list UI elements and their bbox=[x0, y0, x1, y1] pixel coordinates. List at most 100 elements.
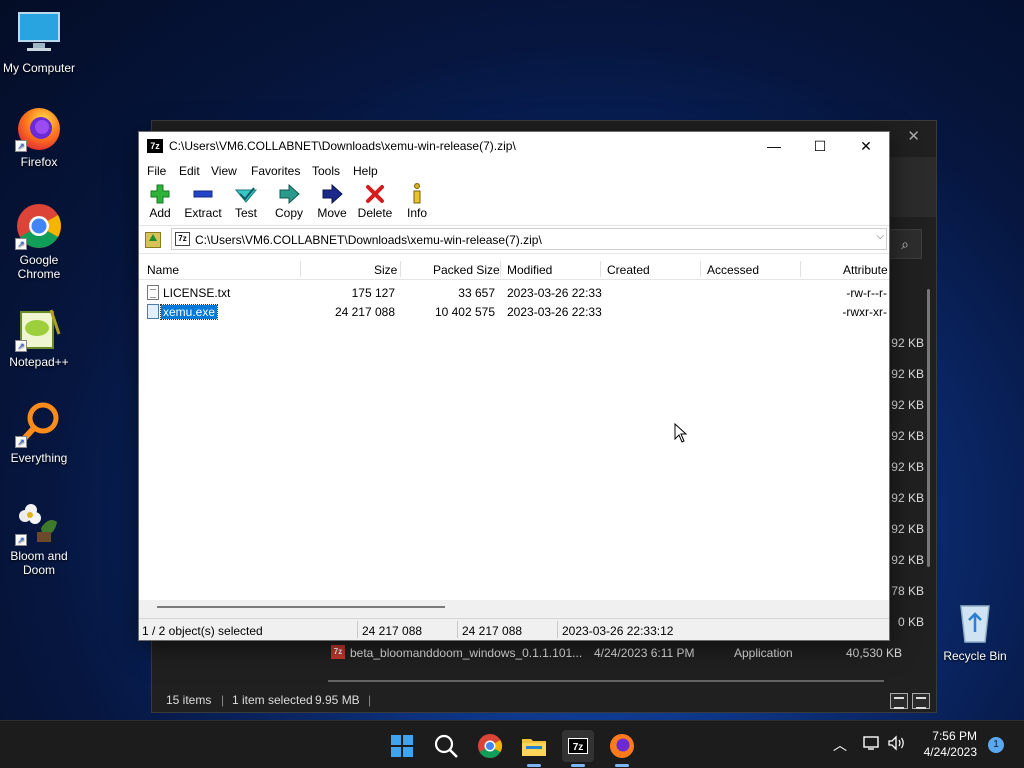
explorer-selected-size: 9.95 MB bbox=[315, 693, 360, 707]
menu-file[interactable]: File bbox=[147, 164, 166, 178]
status-bar: 1 / 2 object(s) selected 24 217 088 24 2… bbox=[139, 618, 889, 640]
explorer-file-size: 40,530 KB bbox=[846, 646, 903, 660]
minus-icon bbox=[179, 182, 227, 206]
horizontal-scrollbar[interactable] bbox=[139, 600, 889, 618]
close-button[interactable]: ✕ bbox=[843, 132, 889, 160]
copy-button[interactable]: Copy bbox=[265, 182, 313, 226]
move-button[interactable]: Move bbox=[308, 182, 356, 226]
menu-edit[interactable]: Edit bbox=[179, 164, 200, 178]
explorer-size-cell: 0 KB bbox=[897, 615, 924, 629]
explorer-close-icon[interactable]: ✕ bbox=[907, 127, 920, 145]
explorer-search-icon[interactable]: ⌕ bbox=[888, 229, 922, 259]
taskbar-chrome[interactable] bbox=[474, 730, 506, 762]
address-input[interactable]: 7z C:\Users\VM6.COLLABNET\Downloads\xemu… bbox=[171, 228, 887, 250]
notification-badge[interactable]: 1 bbox=[988, 737, 1004, 753]
explorer-item-count: 15 items bbox=[166, 693, 212, 707]
file-name: xemu.exe bbox=[159, 304, 219, 320]
column-header-modified[interactable]: Modified bbox=[507, 263, 552, 277]
column-divider[interactable] bbox=[400, 261, 401, 277]
info-label: Info bbox=[406, 206, 427, 220]
tiles-view-icon[interactable] bbox=[912, 693, 930, 709]
column-header-name[interactable]: Name bbox=[147, 263, 179, 277]
move-label: Move bbox=[317, 206, 347, 220]
start-button[interactable] bbox=[386, 730, 418, 762]
executable-file-icon bbox=[147, 304, 159, 319]
desktop-icon-everything[interactable]: ↗ Everything bbox=[0, 400, 78, 465]
shortcut-arrow-icon: ↗ bbox=[15, 140, 27, 152]
delete-button[interactable]: Delete bbox=[351, 182, 399, 226]
clock-date[interactable]: 4/24/2023 bbox=[917, 745, 977, 759]
desktop-icon-notepadpp[interactable]: ↗ Notepad++ bbox=[0, 304, 78, 369]
column-header-accessed[interactable]: Accessed bbox=[707, 263, 759, 277]
sevenzip-taskbar-icon: 7z bbox=[568, 738, 588, 754]
test-button[interactable]: Test bbox=[222, 182, 270, 226]
column-header-packed-size[interactable]: Packed Size bbox=[433, 263, 500, 277]
volume-icon[interactable] bbox=[887, 735, 907, 754]
column-divider[interactable] bbox=[700, 261, 701, 277]
column-header-attribute[interactable]: Attribute bbox=[843, 263, 888, 277]
column-divider[interactable] bbox=[600, 261, 601, 277]
desktop-icon-my-computer[interactable]: My Computer bbox=[0, 10, 78, 75]
desktop-icon-recycle-bin[interactable]: Recycle Bin bbox=[936, 598, 1014, 663]
chevron-up-icon[interactable]: ︿ bbox=[833, 735, 847, 755]
folder-up-icon[interactable] bbox=[145, 232, 161, 248]
add-button[interactable]: Add bbox=[136, 182, 184, 226]
explorer-file-row[interactable]: 7z beta_bloomanddoom_windows_0.1.1.101..… bbox=[328, 643, 928, 665]
desktop-icon-chrome[interactable]: ↗ Google Chrome bbox=[0, 202, 78, 281]
explorer-size-cell: 78 KB bbox=[891, 584, 924, 598]
explorer-vertical-scrollbar[interactable] bbox=[927, 289, 930, 567]
file-row-selected[interactable]: xemu.exe 24 217 088 10 402 575 2023-03-2… bbox=[139, 302, 889, 321]
explorer-size-cell: 92 KB bbox=[891, 491, 924, 505]
shortcut-arrow-icon: ↗ bbox=[15, 436, 27, 448]
menu-help[interactable]: Help bbox=[353, 164, 378, 178]
details-view-icon[interactable] bbox=[890, 693, 908, 709]
menu-favorites[interactable]: Favorites bbox=[251, 164, 300, 178]
column-header-size[interactable]: Size bbox=[374, 263, 397, 277]
maximize-button[interactable]: ☐ bbox=[797, 132, 843, 160]
status-separator bbox=[457, 621, 458, 638]
chevron-down-icon[interactable]: ⌵ bbox=[876, 231, 884, 242]
taskbar: 7z ︿ 7:56 PM 4/24/2023 1 bbox=[0, 720, 1024, 768]
toolbar: Add Extract Test Copy Move Delete Info bbox=[139, 182, 889, 226]
chrome-icon bbox=[478, 734, 503, 759]
explorer-horizontal-scrollbar[interactable] bbox=[328, 680, 884, 682]
copy-label: Copy bbox=[274, 206, 303, 220]
search-button[interactable] bbox=[430, 730, 462, 762]
delete-label: Delete bbox=[357, 206, 393, 220]
file-modified: 2023-03-26 22:33 bbox=[507, 286, 602, 300]
network-icon[interactable] bbox=[863, 735, 881, 754]
clock-time[interactable]: 7:56 PM bbox=[921, 729, 977, 743]
monitor-icon bbox=[15, 10, 63, 58]
move-arrow-icon bbox=[308, 182, 356, 206]
menu-view[interactable]: View bbox=[211, 164, 237, 178]
taskbar-7zip[interactable]: 7z bbox=[562, 730, 594, 767]
checkmark-icon bbox=[222, 182, 270, 206]
desktop-icon-label: Google Chrome bbox=[17, 253, 61, 281]
title-bar[interactable]: 7z C:\Users\VM6.COLLABNET\Downloads\xemu… bbox=[139, 132, 889, 160]
taskbar-firefox[interactable] bbox=[606, 730, 638, 767]
desktop-icon-bloom-and-doom[interactable]: ↗ Bloom and Doom bbox=[0, 498, 78, 577]
desktop-icon-firefox[interactable]: ↗ Firefox bbox=[0, 104, 78, 169]
file-row[interactable]: LICENSE.txt 175 127 33 657 2023-03-26 22… bbox=[139, 283, 889, 302]
column-divider[interactable] bbox=[300, 261, 301, 277]
extract-button[interactable]: Extract bbox=[179, 182, 227, 226]
file-modified: 2023-03-26 22:33 bbox=[507, 305, 602, 319]
svg-text:7z: 7z bbox=[573, 742, 584, 753]
taskbar-file-explorer[interactable] bbox=[518, 730, 550, 767]
column-divider[interactable] bbox=[500, 261, 501, 277]
file-attribute: -rwxr-xr- bbox=[842, 305, 887, 319]
explorer-size-cell: 92 KB bbox=[891, 460, 924, 474]
status-separator: | bbox=[368, 693, 372, 707]
desktop-icon-label: Firefox bbox=[20, 155, 58, 169]
scrollbar-thumb[interactable] bbox=[157, 606, 445, 608]
explorer-file-type: Application bbox=[734, 646, 793, 660]
sevenzip-window[interactable]: 7z C:\Users\VM6.COLLABNET\Downloads\xemu… bbox=[138, 131, 890, 641]
menu-tools[interactable]: Tools bbox=[312, 164, 340, 178]
status-separator bbox=[357, 621, 358, 638]
file-list[interactable]: Name Size Packed Size Modified Created A… bbox=[139, 258, 889, 600]
column-divider[interactable] bbox=[800, 261, 801, 277]
column-header-created[interactable]: Created bbox=[607, 263, 650, 277]
minimize-button[interactable]: — bbox=[751, 132, 797, 160]
search-icon bbox=[434, 734, 458, 758]
info-button[interactable]: Info bbox=[393, 182, 441, 226]
